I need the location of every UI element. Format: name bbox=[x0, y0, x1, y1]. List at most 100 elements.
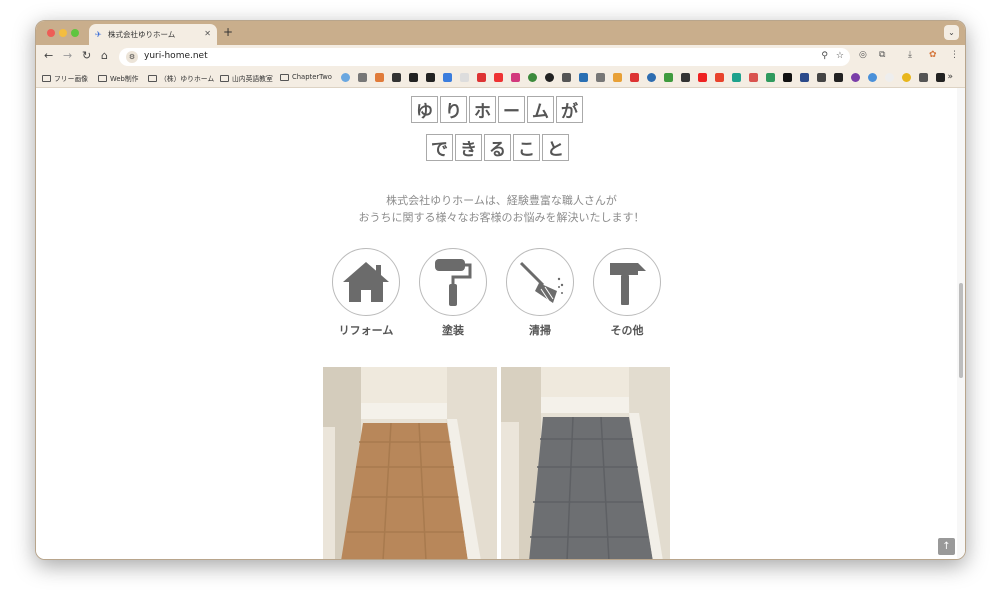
site-favicon-icon: ✈ bbox=[95, 29, 102, 39]
bookmark-icon[interactable] bbox=[579, 73, 588, 82]
bookmark-folder[interactable]: Web制作 bbox=[98, 73, 138, 83]
bookmark-icon[interactable] bbox=[868, 73, 877, 82]
bookmark-icon[interactable] bbox=[596, 73, 605, 82]
bookmark-icon[interactable] bbox=[936, 73, 945, 82]
folder-icon bbox=[220, 74, 229, 82]
new-tab-button[interactable]: + bbox=[223, 25, 233, 39]
folder-icon bbox=[42, 74, 51, 82]
tab-title: 株式会社ゆりホーム bbox=[108, 30, 176, 39]
bookmark-icon[interactable] bbox=[613, 73, 622, 82]
bookmark-icon[interactable] bbox=[358, 73, 367, 82]
paint-roller-icon bbox=[419, 248, 487, 316]
bookmark-icon[interactable] bbox=[800, 73, 809, 82]
reload-button[interactable]: ↻ bbox=[82, 49, 91, 62]
bookmark-star-icon[interactable]: ☆ bbox=[836, 51, 844, 61]
bookmarks-more-button[interactable]: » bbox=[947, 72, 953, 82]
service-label: 塗装 bbox=[442, 324, 464, 337]
bookmark-icon[interactable] bbox=[528, 73, 537, 82]
browser-toolbar: ← → ↻ ⌂ ⚙ yuri-home.net ⚲ ☆ ◎ ⧉ ⤓ ✿ ⋮ bbox=[36, 45, 965, 69]
title-char: り bbox=[440, 96, 467, 123]
bookmark-icon[interactable] bbox=[562, 73, 571, 82]
bookmark-icon[interactable] bbox=[817, 73, 826, 82]
title-char: が bbox=[556, 96, 583, 123]
after-photo bbox=[501, 367, 670, 559]
tab-close-icon[interactable]: ✕ bbox=[204, 29, 211, 38]
folder-icon bbox=[148, 74, 157, 82]
bookmark-icon[interactable] bbox=[732, 73, 741, 82]
bookmark-icon[interactable] bbox=[494, 73, 503, 82]
close-window-button[interactable] bbox=[47, 29, 55, 37]
bookmark-icon[interactable] bbox=[664, 73, 673, 82]
profile-icon[interactable]: ✿ bbox=[929, 50, 937, 60]
screenshot-icon[interactable]: ◎ bbox=[859, 50, 867, 60]
zoom-icon[interactable]: ⚲ bbox=[821, 51, 828, 61]
bookmark-icon[interactable] bbox=[426, 73, 435, 82]
bookmark-icon[interactable] bbox=[545, 73, 554, 82]
tab-search-button[interactable]: ⌄ bbox=[944, 25, 959, 40]
hammer-icon bbox=[593, 248, 661, 316]
bookmark-icon[interactable] bbox=[630, 73, 639, 82]
back-to-top-button[interactable]: ↑ bbox=[938, 538, 955, 555]
bookmark-icon[interactable] bbox=[885, 73, 894, 82]
extensions-icon[interactable]: ⧉ bbox=[879, 50, 885, 60]
service-cleaning[interactable]: 清掃 bbox=[505, 248, 575, 338]
bookmark-folder[interactable]: ChapterTwo bbox=[280, 73, 332, 81]
before-photo bbox=[323, 367, 497, 559]
title-char: こ bbox=[513, 134, 540, 161]
tab-bar: ✈ 株式会社ゆりホーム ✕ + ⌄ bbox=[36, 21, 965, 45]
scrollbar-thumb[interactable] bbox=[959, 283, 963, 378]
bookmark-icon[interactable] bbox=[511, 73, 520, 82]
bookmark-folder[interactable]: フリー画像 bbox=[42, 73, 88, 83]
bookmark-folder[interactable]: （株）ゆりホーム bbox=[148, 73, 214, 83]
page-content: ゆ り ホ ー ム が で き る こ と 株式会社ゆりホームは、経験豊富な職人… bbox=[36, 88, 965, 559]
title-char: る bbox=[484, 134, 511, 161]
bookmark-icon[interactable] bbox=[477, 73, 486, 82]
service-reform[interactable]: リフォーム bbox=[331, 248, 401, 338]
site-info-icon[interactable]: ⚙ bbox=[126, 51, 138, 63]
house-icon bbox=[332, 248, 400, 316]
bookmark-icon[interactable] bbox=[443, 73, 452, 82]
bookmark-icon[interactable] bbox=[392, 73, 401, 82]
folder-icon bbox=[280, 73, 289, 81]
bookmark-icon[interactable] bbox=[749, 73, 758, 82]
tab-active[interactable]: ✈ 株式会社ゆりホーム ✕ bbox=[89, 24, 217, 45]
title-char: で bbox=[426, 134, 453, 161]
bookmark-icon[interactable] bbox=[766, 73, 775, 82]
bookmark-folder[interactable]: 山内英語教室 bbox=[220, 73, 273, 83]
bookmark-icon[interactable] bbox=[783, 73, 792, 82]
title-char: き bbox=[455, 134, 482, 161]
forward-button[interactable]: → bbox=[63, 49, 72, 62]
address-bar[interactable]: ⚙ yuri-home.net ⚲ ☆ bbox=[119, 48, 850, 66]
service-painting[interactable]: 塗装 bbox=[418, 248, 488, 338]
home-button[interactable]: ⌂ bbox=[101, 49, 108, 62]
bookmark-icon[interactable] bbox=[460, 73, 469, 82]
bookmark-icon[interactable] bbox=[341, 73, 350, 82]
bookmark-icon[interactable] bbox=[715, 73, 724, 82]
section-title-line-1: ゆ り ホ ー ム が bbox=[411, 96, 583, 123]
browser-window: ✈ 株式会社ゆりホーム ✕ + ⌄ ← → ↻ ⌂ ⚙ yuri-home.ne… bbox=[35, 20, 966, 560]
minimize-window-button[interactable] bbox=[59, 29, 67, 37]
service-other[interactable]: その他 bbox=[592, 248, 662, 338]
title-char: ゆ bbox=[411, 96, 438, 123]
bookmark-icon[interactable] bbox=[919, 73, 928, 82]
bookmark-icon[interactable] bbox=[375, 73, 384, 82]
bookmark-icon[interactable] bbox=[409, 73, 418, 82]
bookmark-icon[interactable] bbox=[647, 73, 656, 82]
menu-icon[interactable]: ⋮ bbox=[950, 50, 959, 60]
title-char: ホ bbox=[469, 96, 496, 123]
bookmark-icon[interactable] bbox=[851, 73, 860, 82]
broom-icon bbox=[506, 248, 574, 316]
service-label: リフォーム bbox=[338, 324, 394, 337]
bookmark-icon[interactable] bbox=[834, 73, 843, 82]
title-char: ー bbox=[498, 96, 525, 123]
title-char: と bbox=[542, 134, 569, 161]
download-icon[interactable]: ⤓ bbox=[908, 50, 912, 60]
bookmark-icon[interactable] bbox=[681, 73, 690, 82]
maximize-window-button[interactable] bbox=[71, 29, 79, 37]
back-button[interactable]: ← bbox=[44, 49, 53, 62]
bookmarks-bar: フリー画像 Web制作 （株）ゆりホーム 山内英語教室 ChapterTwo » bbox=[36, 69, 965, 88]
service-label: その他 bbox=[610, 324, 644, 337]
bookmark-icon[interactable] bbox=[698, 73, 707, 82]
section-title-line-2: で き る こ と bbox=[426, 134, 569, 161]
bookmark-icon[interactable] bbox=[902, 73, 911, 82]
